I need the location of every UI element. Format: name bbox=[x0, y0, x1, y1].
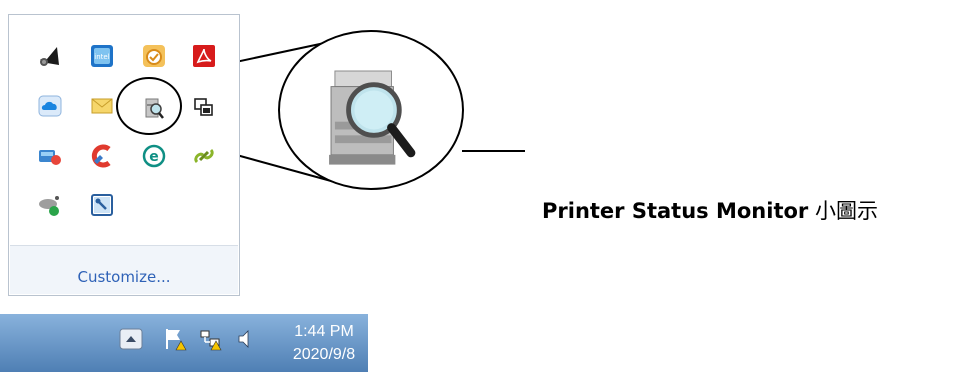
callout-bold-label: Printer Status Monitor bbox=[542, 199, 809, 223]
customize-link[interactable]: Customize... bbox=[10, 268, 238, 286]
clock-app-icon[interactable] bbox=[141, 43, 167, 69]
intel-graphics-icon[interactable]: intel bbox=[89, 43, 115, 69]
action-center-flag-icon[interactable] bbox=[162, 326, 188, 352]
zoomed-icon-circle bbox=[278, 30, 464, 190]
callout-label: Printer Status Monitor 小圖示 bbox=[542, 195, 878, 225]
mail-icon[interactable] bbox=[89, 93, 115, 119]
callout-suffix: 小圖示 bbox=[808, 199, 878, 223]
printer-status-monitor-icon-large bbox=[329, 70, 416, 165]
svg-text:e: e bbox=[149, 149, 159, 165]
clock-date: 2020/9/8 bbox=[292, 346, 356, 363]
satellite-icon[interactable] bbox=[37, 192, 63, 218]
speaker-icon[interactable] bbox=[37, 43, 63, 69]
acrobat-icon[interactable] bbox=[191, 43, 217, 69]
e-app-icon[interactable]: e bbox=[141, 143, 167, 169]
network-warning-icon[interactable] bbox=[198, 326, 224, 352]
remote-tool-icon[interactable] bbox=[89, 192, 115, 218]
clock-time: 1:44 PM bbox=[294, 323, 354, 340]
link-icon[interactable] bbox=[191, 143, 217, 169]
taskbar-clock[interactable]: 1:44 PM 2020/9/8 bbox=[280, 320, 368, 366]
show-hidden-icons-button[interactable] bbox=[118, 326, 144, 352]
tray-footer: Customize... bbox=[10, 245, 238, 294]
network-adapter-icon[interactable] bbox=[37, 143, 63, 169]
window-switch-icon[interactable] bbox=[191, 95, 217, 121]
volume-icon[interactable] bbox=[234, 326, 260, 352]
svg-text:intel: intel bbox=[94, 53, 109, 61]
notification-overflow-popup: intel e Customize... bbox=[8, 14, 240, 296]
taskbar: 1:44 PM 2020/9/8 bbox=[0, 314, 368, 372]
ccleaner-icon[interactable] bbox=[89, 143, 115, 169]
cloud-icon[interactable] bbox=[37, 93, 63, 119]
highlight-circle bbox=[116, 77, 182, 135]
